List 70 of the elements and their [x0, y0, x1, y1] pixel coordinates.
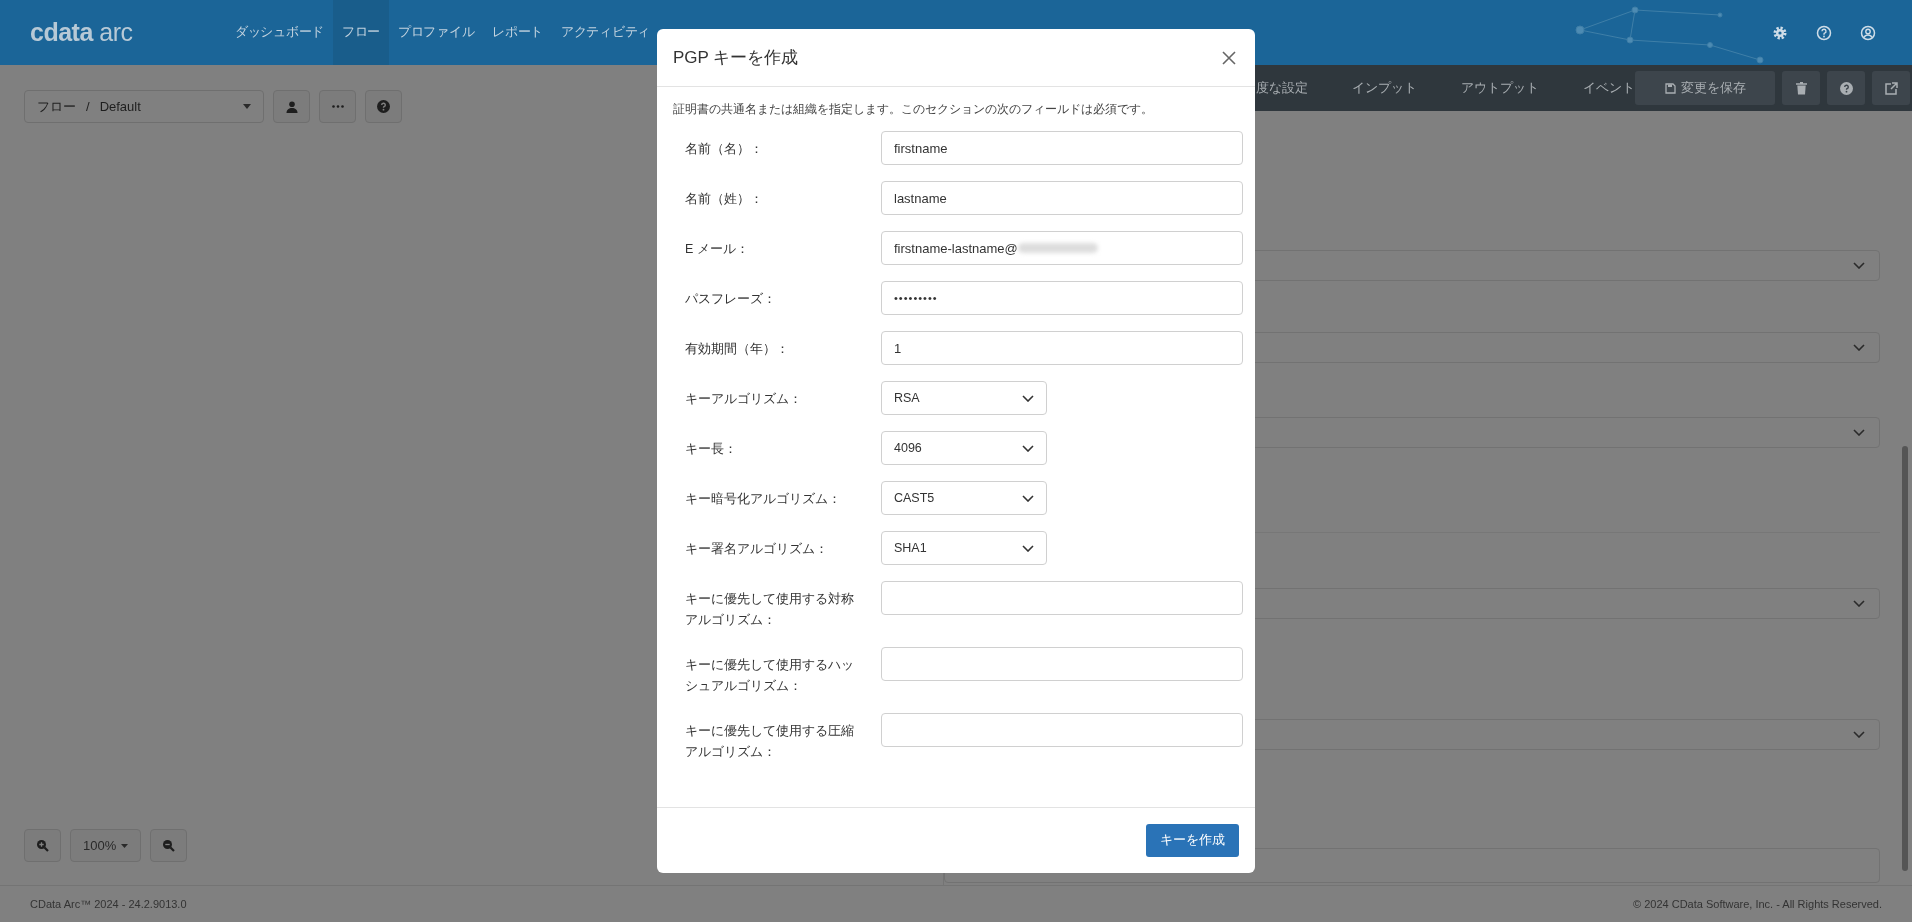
delete-button[interactable]	[1782, 71, 1820, 105]
field-label: キーに優先して使用する対称アルゴリズム：	[684, 591, 855, 629]
field-label: キーに優先して使用するハッシュアルゴリズム：	[684, 657, 855, 695]
field-label: キー署名アルゴリズム：	[684, 541, 829, 558]
chevron-down-icon	[1853, 731, 1865, 738]
panel-tab[interactable]: イベント	[1583, 79, 1635, 97]
input-field[interactable]: firstname-lastname@	[881, 231, 1243, 265]
help-button[interactable]	[1827, 71, 1865, 105]
zoom-in-icon	[36, 839, 49, 852]
field-label: 有効期間（年）：	[684, 341, 790, 358]
zoom-out-button[interactable]	[150, 829, 188, 862]
zoom-level-dropdown[interactable]: 100%	[70, 829, 142, 862]
dialog-description: 証明書の共通名または組織を指定します。このセクションの次のフィールドは必須です。	[673, 101, 1154, 118]
field-label: キーアルゴリズム：	[684, 391, 803, 408]
select-field[interactable]: RSA	[881, 381, 1047, 415]
user-icon[interactable]	[1860, 24, 1876, 41]
nav-tab[interactable]: プロファイル	[389, 0, 484, 65]
input-field[interactable]: 1	[881, 331, 1243, 365]
panel-tab[interactable]: アウトプット	[1461, 79, 1539, 97]
panel-tab[interactable]: 度な設定	[1256, 79, 1308, 97]
help-icon	[1839, 81, 1853, 95]
field-label: パスフレーズ：	[684, 291, 777, 308]
nav-tab[interactable]: フロー	[332, 0, 389, 65]
nav-tab[interactable]: アクティビティ	[552, 0, 659, 65]
help-icon[interactable]	[1816, 24, 1832, 41]
chevron-down-icon	[1853, 262, 1865, 269]
chevron-down-icon	[1022, 444, 1034, 452]
field-label: 名前（名）：	[684, 141, 764, 158]
field-label: 名前（姓）：	[684, 191, 764, 208]
flow-selector[interactable]: フロー / Default	[24, 90, 264, 123]
field-label: キーに優先して使用する圧縮アルゴリズム：	[684, 723, 855, 761]
open-external-button[interactable]	[1872, 71, 1910, 105]
zoom-in-button[interactable]	[24, 829, 61, 862]
chevron-down-icon	[1022, 494, 1034, 502]
help-button[interactable]	[365, 90, 402, 123]
password-field[interactable]: •••••••••	[881, 281, 1243, 315]
input-field[interactable]: firstname	[881, 131, 1243, 165]
settings-icon[interactable]	[1772, 24, 1788, 41]
dialog-title: PGP キーを作成	[673, 47, 799, 69]
more-icon	[331, 105, 344, 108]
version-text: CData Arc™ 2024 - 24.2.9013.0	[30, 898, 187, 910]
caret-icon	[121, 843, 129, 848]
help-icon	[377, 100, 390, 113]
chevron-down-icon	[1853, 600, 1865, 607]
save-icon	[1664, 82, 1676, 94]
create-key-button[interactable]: キーを作成	[1146, 824, 1239, 857]
chevron-down-icon	[1853, 429, 1865, 436]
select-field[interactable]: SHA1	[881, 531, 1047, 565]
select-field[interactable]: 4096	[881, 431, 1047, 465]
panel-tab[interactable]: インプット	[1352, 79, 1417, 97]
input-field[interactable]: lastname	[881, 181, 1243, 215]
trash-icon	[1795, 81, 1807, 95]
select-field[interactable]: CAST5	[881, 481, 1047, 515]
nav-tab[interactable]: ダッシュボード	[226, 0, 333, 65]
caret-icon	[243, 104, 251, 109]
logo: cdata arc	[30, 18, 134, 47]
zoom-out-icon	[162, 839, 176, 852]
field-label: キー長：	[684, 441, 738, 458]
chevron-down-icon	[1022, 544, 1034, 552]
close-icon[interactable]	[1222, 50, 1236, 65]
field-label: キー暗号化アルゴリズム：	[684, 491, 842, 508]
field-label: E メール：	[684, 241, 750, 258]
save-button[interactable]: 変更を保存	[1635, 71, 1775, 105]
chevron-down-icon	[1853, 344, 1865, 351]
chevron-down-icon	[1022, 394, 1034, 402]
nav-tab[interactable]: レポート	[483, 0, 553, 65]
copyright-text: © 2024 CData Software, Inc. - All Rights Reserved.	[1633, 898, 1882, 910]
user-icon	[285, 100, 298, 113]
user-button[interactable]	[273, 90, 310, 123]
external-link-icon	[1884, 81, 1898, 95]
